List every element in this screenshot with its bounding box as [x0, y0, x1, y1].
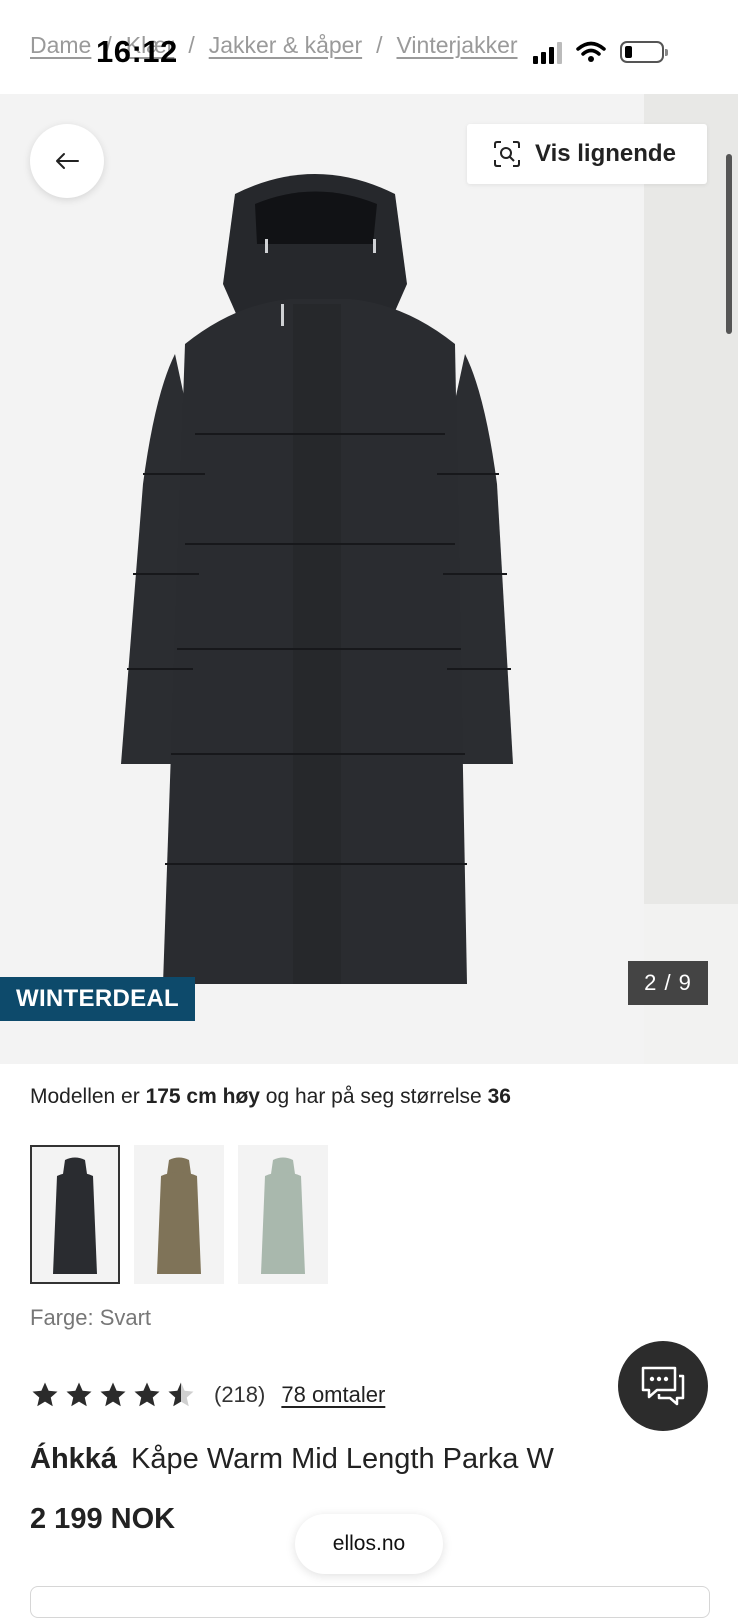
product-price: 2 199 NOK	[30, 1503, 176, 1535]
breadcrumb-vinterjakker[interactable]: Vinterjakker	[397, 32, 518, 58]
scroll-indicator	[726, 154, 732, 334]
star-rating	[30, 1380, 196, 1410]
visual-search-icon	[494, 141, 520, 167]
back-button[interactable]	[30, 124, 104, 198]
coat-thumbnail	[157, 1157, 201, 1274]
coat-thumbnail	[261, 1157, 305, 1274]
status-icons	[533, 40, 668, 64]
signal-icon	[533, 40, 562, 64]
star-icon	[100, 1382, 126, 1407]
breadcrumb-jakker[interactable]: Jakker & kåper	[209, 32, 362, 58]
model-info-middle: og har på seg størrelse	[259, 1085, 488, 1108]
swatch-black[interactable]	[30, 1145, 120, 1284]
rating-count: (218)	[214, 1382, 266, 1407]
battery-icon	[620, 41, 668, 63]
product-brand[interactable]: Áhkká	[30, 1443, 117, 1475]
coat-thumbnail	[53, 1157, 97, 1274]
swatch-brown[interactable]	[134, 1145, 224, 1284]
show-similar-button[interactable]: Vis lignende	[467, 124, 707, 184]
swatch-sage[interactable]	[238, 1145, 328, 1284]
product-image-gallery[interactable]: Vis lignende WINTERDEAL 2 / 9	[0, 94, 738, 1064]
product-name: Kåpe Warm Mid Length Parka W	[131, 1443, 554, 1475]
breadcrumb-separator: /	[376, 32, 383, 58]
model-info-prefix: Modellen er	[30, 1085, 146, 1108]
next-image-preview[interactable]	[644, 94, 738, 1064]
rating-row: (218) 78 omtaler	[30, 1380, 385, 1410]
half-star-icon	[168, 1382, 194, 1407]
color-swatches	[30, 1145, 328, 1284]
size-selector[interactable]	[30, 1586, 710, 1618]
model-size: 36	[487, 1085, 511, 1108]
top-bar: Dame / Klær / Jakker & kåper / Vinterjakker 16…	[0, 0, 738, 94]
chat-button[interactable]	[618, 1341, 708, 1431]
product-image	[121, 174, 513, 984]
status-time: 16:12	[96, 34, 178, 69]
product-title: Áhkká Kåpe Warm Mid Length Parka W	[30, 1443, 554, 1476]
show-similar-label: Vis lignende	[535, 140, 676, 167]
model-height: 175 cm høy	[145, 1085, 260, 1108]
wifi-icon	[576, 41, 606, 62]
chat-icon	[641, 1366, 685, 1406]
browser-address-pill[interactable]: ellos.no	[295, 1514, 443, 1574]
star-icon	[66, 1382, 92, 1407]
arrow-left-icon	[56, 153, 79, 169]
promo-badge: WINTERDEAL	[0, 977, 195, 1021]
breadcrumb-dame[interactable]: Dame	[30, 32, 91, 58]
selected-color-label: Farge: Svart	[30, 1305, 152, 1330]
star-icon	[134, 1382, 160, 1407]
reviews-link[interactable]: 78 omtaler	[281, 1382, 385, 1408]
breadcrumb-separator: /	[188, 32, 195, 58]
image-counter: 2 / 9	[628, 961, 708, 1005]
star-icon	[32, 1382, 58, 1407]
model-info: Modellen er 175 cm høy og har på seg stø…	[30, 1085, 511, 1109]
